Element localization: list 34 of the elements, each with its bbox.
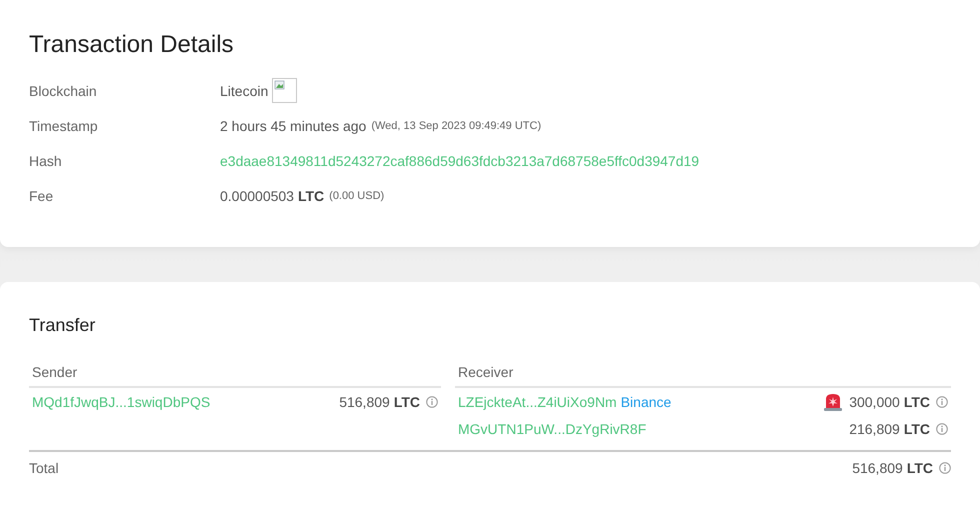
address-link[interactable]: MGvUTN1PuW...DzYgRivR8F — [458, 420, 646, 436]
amount: 300,000 — [849, 394, 900, 410]
field-value: 0.00000503 — [220, 188, 294, 204]
field-note: (0.00 USD) — [329, 190, 384, 202]
amount: 516,809 — [339, 394, 390, 410]
field-label: Fee — [29, 188, 54, 204]
total-label: Total — [29, 460, 60, 476]
entity-link[interactable]: Binance — [620, 394, 672, 410]
card-title: Transaction Details — [29, 30, 235, 60]
field-label: Timestamp — [29, 118, 99, 134]
unit-label: LTC — [298, 188, 324, 204]
field-label: Hash — [29, 152, 63, 168]
broken-image-icon — [272, 78, 298, 103]
unit-label: LTC — [394, 394, 420, 410]
card-title: Transfer — [29, 314, 96, 337]
siren-icon — [823, 392, 844, 412]
total-amount: 516,809 — [852, 460, 903, 476]
info-icon[interactable] — [936, 396, 948, 408]
column-heading: Receiver — [455, 364, 951, 388]
field-label: Blockchain — [29, 82, 98, 98]
address-link[interactable]: LZEjckteAt...Z4iUiXo9Nm — [458, 394, 617, 410]
amount: 216,809 — [849, 420, 900, 436]
field-value: Litecoin — [220, 82, 268, 98]
unit-label: LTC — [904, 394, 930, 410]
field-value: 2 hours 45 minutes ago — [220, 118, 366, 134]
info-icon[interactable] — [936, 422, 948, 434]
address-link[interactable]: MQd1fJwqBJ...1swiqDbPQS — [32, 394, 210, 410]
info-icon[interactable] — [939, 462, 951, 474]
column-heading: Sender — [29, 364, 441, 388]
info-icon[interactable] — [426, 396, 438, 408]
unit-label: LTC — [904, 420, 930, 436]
hash-link[interactable]: e3daae81349811d5243272caf886d59d63fdcb3213a7d68758e5ffc0d3947d19 — [220, 152, 700, 168]
unit-label: LTC — [906, 460, 933, 476]
field-note: (Wed, 13 Sep 2023 09:49:49 UTC) — [371, 120, 542, 132]
